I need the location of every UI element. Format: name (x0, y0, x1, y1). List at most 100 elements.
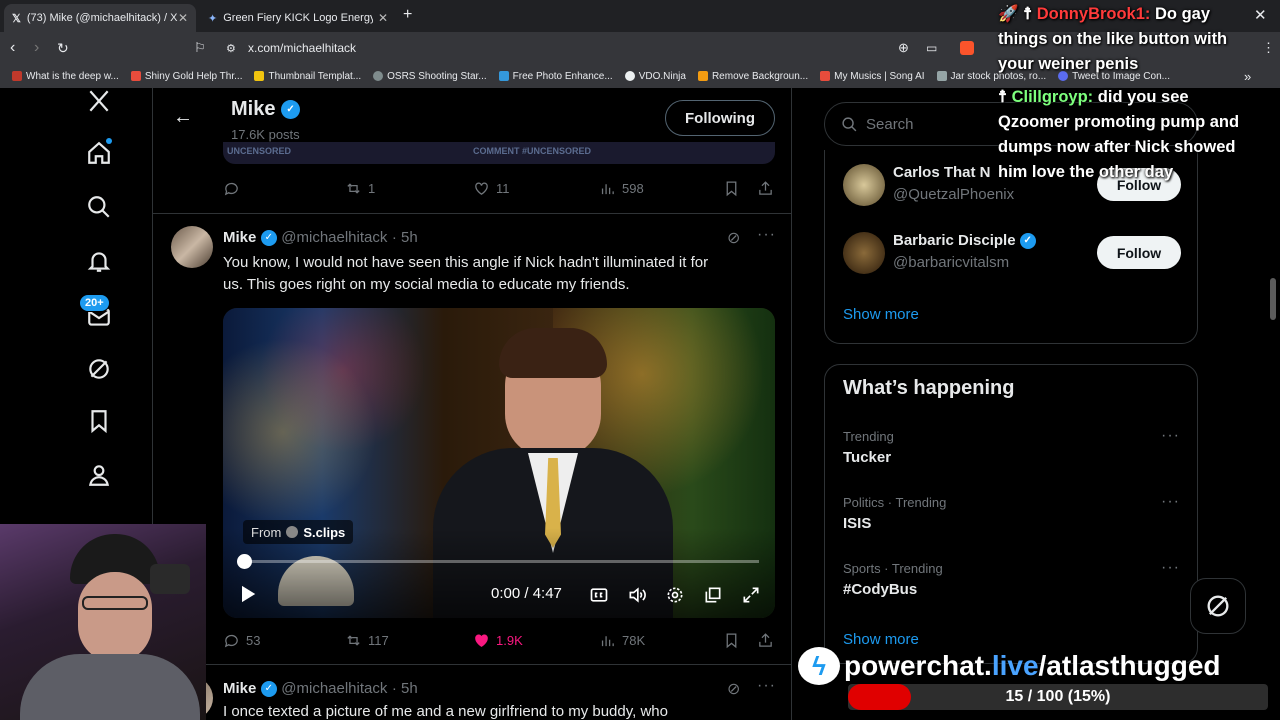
tweet-article[interactable]: Mike ✓ @michaelhitack · 5h ⊘ ··· You kno… (153, 214, 791, 664)
reply-icon (224, 182, 238, 196)
tweet-time[interactable]: · 5h (392, 229, 418, 246)
close-icon[interactable]: ✕ (178, 11, 188, 25)
avatar[interactable] (843, 232, 885, 274)
like-button[interactable]: 1.9K (473, 632, 523, 649)
more-options-icon[interactable]: ··· (757, 226, 776, 244)
share-button[interactable] (757, 180, 774, 197)
chat-username: Clillgroyp: (1011, 88, 1094, 106)
bookmark-item[interactable]: Shiny Gold Help Thr... (130, 71, 242, 82)
tab-gemini[interactable]: ✦ Green Fiery KICK Logo Energy - Goog ✕ (200, 4, 396, 32)
avatar[interactable] (171, 226, 213, 268)
notifications-bell-icon[interactable] (84, 246, 114, 276)
video-player[interactable]: From S.clips 0:00 / 4:47 (223, 308, 775, 618)
from-source-chip[interactable]: From S.clips (243, 520, 354, 544)
grok-icon[interactable]: ⊘ (727, 228, 740, 248)
webcam-overlay (0, 524, 206, 720)
site-info-icon[interactable]: ⚙ (226, 42, 236, 55)
scrubber-knob[interactable] (237, 554, 252, 569)
video-scrubber[interactable] (237, 554, 759, 569)
show-more-link[interactable]: Show more (843, 306, 919, 323)
reply-button[interactable] (223, 180, 240, 197)
volume-button[interactable] (627, 585, 647, 610)
brave-shield-icon[interactable] (960, 41, 974, 55)
bookmark-item[interactable]: Remove Backgroun... (697, 71, 808, 82)
close-icon[interactable]: ✕ (378, 11, 388, 25)
bookmark-item[interactable]: Thumbnail Templat... (254, 71, 361, 82)
reply-button[interactable]: 53 (223, 632, 260, 649)
retweet-button[interactable]: 117 (345, 632, 389, 649)
follow-button[interactable]: Follow (1097, 236, 1181, 269)
author-name[interactable]: Mike (223, 680, 256, 697)
bookmark-item[interactable]: Free Photo Enhance... (498, 71, 613, 82)
volume-icon (629, 587, 646, 603)
suggestion-name[interactable]: Carlos That N (893, 164, 991, 181)
bookmark-item[interactable]: My Musics | Song AI (820, 71, 925, 82)
settings-button[interactable] (665, 585, 685, 610)
tweet-article[interactable]: Mike ✓ @michaelhitack · 5h ⊘ ··· I once … (153, 665, 791, 720)
new-tab-button[interactable]: + (403, 6, 412, 24)
trend-item[interactable]: Sports · Trending #CodyBus ··· (825, 559, 1197, 611)
address-bar[interactable]: x.com/michaelhitack (248, 41, 356, 55)
tab-x-profile[interactable]: 𝕏 (73) Mike (@michaelhitack) / X ✕ (4, 4, 196, 32)
cast-icon[interactable]: ▭ (926, 41, 937, 55)
bookmark-button[interactable] (723, 632, 740, 649)
fullscreen-button[interactable] (741, 585, 761, 610)
verified-badge-icon: ✓ (260, 229, 277, 246)
home-icon[interactable] (84, 138, 114, 168)
profile-feed: ← Mike ✓ 17.6K posts Following UNCENSORE… (152, 88, 792, 720)
bookmark-item[interactable]: VDO.Ninja (624, 71, 686, 82)
zoom-icon[interactable]: ⊕ (898, 40, 909, 56)
verified-badge-icon: ✓ (260, 680, 277, 697)
views-button[interactable]: 598 (599, 180, 644, 197)
retweet-button[interactable]: 1 (345, 180, 375, 197)
author-handle[interactable]: @michaelhitack (281, 229, 387, 246)
captions-button[interactable] (589, 585, 609, 610)
grok-icon[interactable] (84, 354, 114, 384)
views-button[interactable]: 78K (599, 632, 645, 649)
forward-icon[interactable]: › (34, 39, 39, 57)
trend-item[interactable]: Politics · Trending ISIS ··· (825, 493, 1197, 545)
trend-item[interactable]: Trending Tucker ··· (825, 427, 1197, 479)
gemini-icon: ✦ (208, 12, 218, 25)
more-options-icon[interactable]: ··· (1161, 493, 1180, 511)
chat-message: ☨ Clillgroyp: did you see Qzoomer promot… (998, 88, 1240, 181)
search-input[interactable]: Search (866, 116, 914, 133)
more-options-icon[interactable]: ··· (1161, 427, 1180, 445)
author-handle[interactable]: @michaelhitack (281, 680, 387, 697)
explore-search-icon[interactable] (84, 192, 114, 222)
share-icon (759, 633, 772, 647)
page-scrollbar[interactable] (1270, 278, 1276, 320)
back-icon[interactable]: ‹ (10, 39, 15, 57)
avatar[interactable] (843, 164, 885, 206)
x-logo-icon[interactable] (84, 86, 114, 116)
following-button[interactable]: Following (665, 100, 775, 136)
powerchat-bolt-icon: ϟ (798, 647, 840, 685)
suggestion-name[interactable]: Barbaric Disciple ✓ (893, 232, 1036, 250)
follow-suggestion[interactable]: Barbaric Disciple ✓ @barbaricvitalsm Fol… (825, 226, 1197, 286)
bookmark-item[interactable]: What is the deep w... (12, 71, 119, 82)
reload-icon[interactable]: ↻ (57, 40, 69, 57)
bookmark-favicon-icon (254, 71, 265, 81)
bookmark-page-icon[interactable]: ⚐ (194, 40, 206, 56)
bookmarks-icon[interactable] (84, 406, 114, 436)
back-arrow-icon[interactable]: ← (173, 106, 193, 129)
tweet-time[interactable]: · 5h (392, 680, 418, 697)
grok-icon[interactable]: ⊘ (727, 679, 740, 699)
author-name[interactable]: Mike (223, 229, 256, 246)
bookmark-favicon-icon (624, 71, 635, 81)
tweet-text: You know, I would not have seen this ang… (223, 254, 709, 293)
like-button[interactable]: 11 (473, 180, 510, 197)
tab-label: Green Fiery KICK Logo Energy - Goog (223, 12, 374, 24)
profile-icon[interactable] (84, 460, 114, 490)
grok-float-button[interactable] (1190, 578, 1246, 634)
pip-button[interactable] (703, 585, 723, 610)
share-button[interactable] (757, 632, 774, 649)
verified-badge-icon: ✓ (281, 100, 301, 120)
bookmark-button[interactable] (723, 180, 740, 197)
more-options-icon[interactable]: ··· (1161, 559, 1180, 577)
unread-dot (106, 138, 112, 144)
bookmark-favicon-icon (498, 71, 509, 81)
bookmark-item[interactable]: OSRS Shooting Star... (373, 71, 487, 82)
play-button[interactable] (237, 584, 257, 609)
more-options-icon[interactable]: ··· (757, 677, 776, 695)
